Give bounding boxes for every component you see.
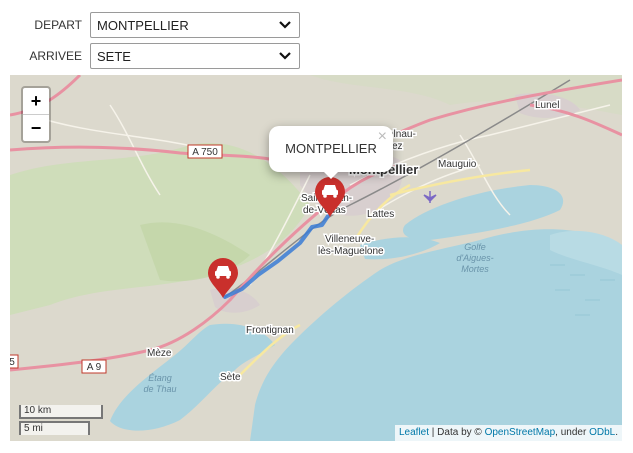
scale-control: 10 km [19, 405, 103, 419]
popup-tip [322, 170, 340, 179]
depart-label: DEPART [34, 18, 82, 32]
arrivee-select[interactable]: SETE [90, 43, 300, 69]
sea-label-golfe: Golfe [464, 242, 486, 252]
a9-shield: A 9 [81, 359, 107, 374]
scale-imperial: 5 mi [19, 421, 90, 435]
chevron-down-icon [279, 21, 291, 29]
attribution-data-by: | Data by © [429, 427, 485, 438]
attribution-under: , under [555, 427, 590, 438]
a750-shield: A 750 [187, 144, 223, 159]
popup-text: MONTPELLIER [285, 141, 377, 156]
marker-popup: MONTPELLIER × [269, 126, 393, 179]
sea-label-golfe-2: d'Aigues- [456, 253, 493, 263]
attribution: Leaflet | Data by © OpenStreetMap, under… [394, 425, 622, 441]
edge-shield-label: 5 [10, 357, 15, 368]
sea-label-golfe-3: Mortes [461, 264, 489, 274]
edge-shield: 5 [10, 354, 19, 369]
place-label-villeneuve: Villeneuve- [325, 234, 374, 245]
lagoon-label-etang: Étang [148, 373, 172, 383]
depart-select[interactable]: MONTPELLIER [90, 12, 300, 38]
place-label-mauguio: Mauguio [438, 159, 477, 170]
place-label-sete: Sète [220, 372, 241, 383]
osm-link[interactable]: OpenStreetMap [485, 427, 556, 438]
place-label-frontignan: Frontignan [246, 325, 294, 336]
place-label-meze: Mèze [147, 348, 172, 359]
depart-row: DEPART MONTPELLIER [0, 11, 300, 39]
a9-label: A 9 [87, 362, 102, 373]
place-label-castelnau-2: ez [392, 141, 403, 152]
place-label-villeneuve-2: lès-Maguelone [318, 246, 384, 257]
lagoon-label-etang-2: de Thau [143, 384, 176, 394]
chevron-down-icon [279, 52, 291, 60]
zoom-out-button[interactable]: − [23, 114, 49, 141]
depart-select-value: MONTPELLIER [97, 17, 189, 33]
zoom-in-button[interactable]: + [23, 88, 49, 114]
scale-metric: 10 km [19, 405, 103, 419]
popup-close-button[interactable]: × [378, 129, 387, 145]
odbl-link[interactable]: ODbL [589, 427, 615, 438]
attribution-end: . [615, 427, 618, 438]
map-container[interactable]: A 750 A 9 5 Lunel Mauguio Montpellier el… [10, 75, 622, 441]
arrivee-select-value: SETE [97, 48, 131, 64]
arrivee-row: ARRIVEE SETE [0, 42, 300, 70]
zoom-control: + − [21, 86, 51, 143]
place-label-lattes: Lattes [367, 209, 394, 220]
place-label-lunel: Lunel [535, 100, 559, 111]
a750-label: A 750 [192, 147, 218, 158]
scale-control-imperial: 5 mi [19, 421, 90, 435]
arrivee-label: ARRIVEE [29, 49, 82, 63]
leaflet-link[interactable]: Leaflet [399, 427, 429, 438]
